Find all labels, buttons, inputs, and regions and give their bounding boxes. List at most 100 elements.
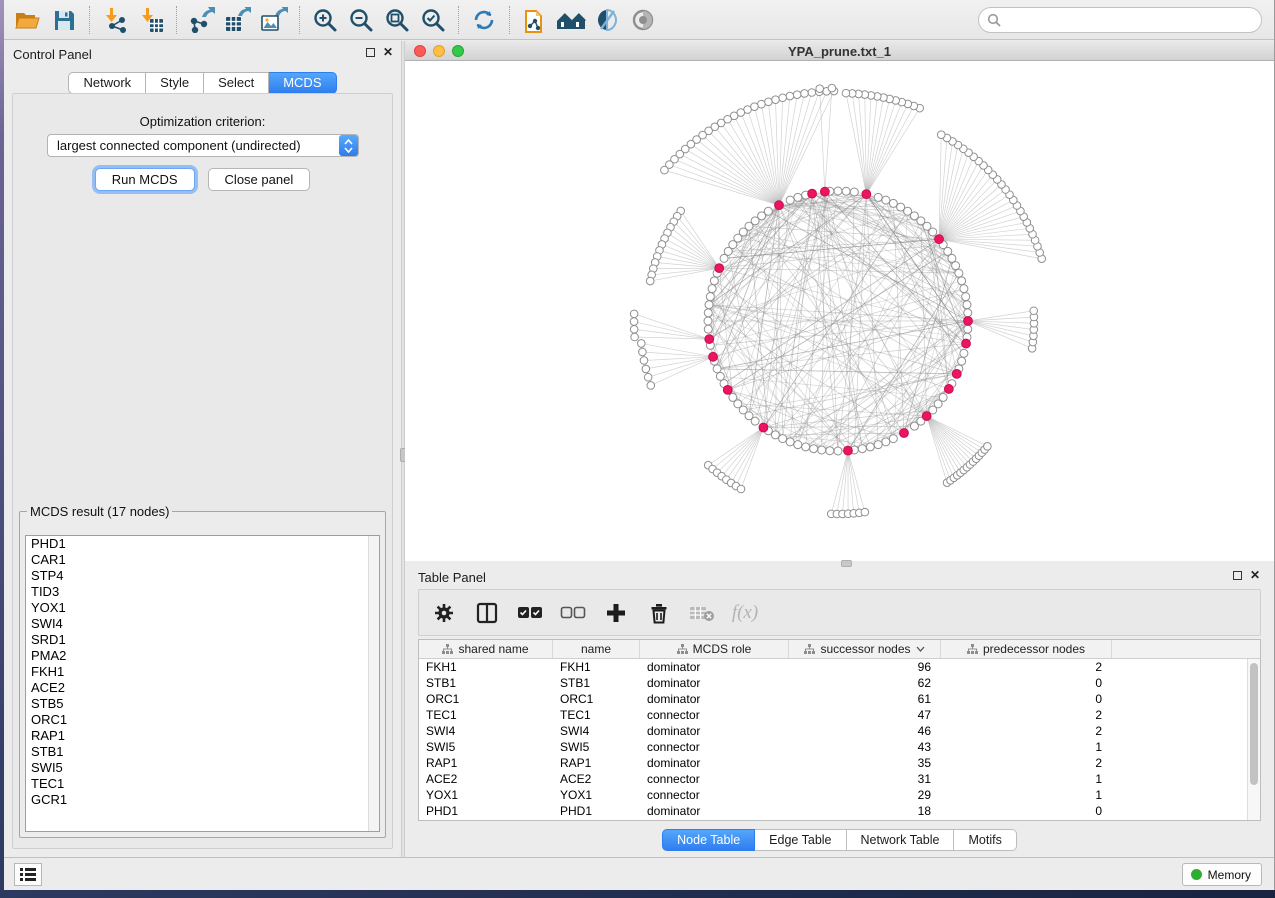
graph-edge[interactable] [939,165,983,239]
graph-node[interactable] [834,187,842,195]
graph-edge[interactable] [697,140,779,206]
table-row[interactable]: SWI4SWI4dominator462 [419,723,1247,739]
table-cell[interactable]: 61 [789,691,941,707]
table-cell[interactable]: ACE2 [419,771,553,787]
table-cell[interactable]: STB1 [419,675,553,691]
run-mcds-button[interactable]: Run MCDS [95,168,195,191]
graph-node[interactable] [874,193,882,201]
graph-leaf-node[interactable] [828,84,836,92]
graph-leaf-node[interactable] [793,91,801,99]
graph-edge[interactable] [763,426,914,427]
table-row[interactable]: TEC1TEC1connector472 [419,707,1247,723]
graph-node[interactable] [705,301,713,309]
graph-leaf-node[interactable] [637,340,645,348]
export-table-icon[interactable] [220,4,256,36]
graph-node[interactable] [704,325,712,333]
column-header-successor-nodes[interactable]: successor nodes [789,640,941,658]
table-cell[interactable]: dominator [640,675,789,691]
zoom-in-icon[interactable] [307,4,343,36]
table-cell[interactable]: FKH1 [419,659,553,675]
graph-edge[interactable] [848,451,859,513]
table-cell[interactable]: 35 [789,755,941,771]
table-cell[interactable]: TEC1 [553,707,640,723]
graph-edge[interactable] [968,321,1033,342]
table-cell[interactable]: 47 [789,707,941,723]
table-cell[interactable]: YOX1 [419,787,553,803]
table-row[interactable]: PHD1PHD1dominator180 [419,803,1247,819]
graph-node[interactable] [720,254,728,262]
graph-leaf-node[interactable] [816,85,824,93]
graph-node[interactable] [716,372,724,380]
graph-node[interactable] [960,349,968,357]
show-panels-button[interactable] [14,863,42,886]
graph-leaf-node[interactable] [640,357,648,365]
table-cell[interactable]: PHD1 [419,803,553,819]
graph-edge[interactable] [642,352,713,357]
column-header-MCDS-role[interactable]: MCDS role [640,640,789,658]
graph-dominator-node[interactable] [862,190,871,199]
table-row[interactable]: SWI5SWI5connector431 [419,739,1247,755]
graph-edge[interactable] [846,93,866,194]
mcds-result-item[interactable]: ACE2 [26,680,379,696]
table-cell[interactable]: 2 [941,755,1112,771]
graph-leaf-node[interactable] [786,92,794,100]
mcds-result-item[interactable]: STB5 [26,696,379,712]
tab-node-table[interactable]: Node Table [662,829,755,851]
graph-leaf-node[interactable] [639,348,647,356]
graph-node[interactable] [706,293,714,301]
graph-node[interactable] [834,447,842,455]
graph-leaf-node[interactable] [646,277,654,285]
graph-node[interactable] [964,309,972,317]
graph-edge[interactable] [681,211,720,268]
table-cell[interactable]: 2 [941,659,1112,675]
table-cell[interactable]: connector [640,787,789,803]
table-cell[interactable]: 0 [941,803,1112,819]
mcds-result-item[interactable]: TEC1 [26,776,379,792]
export-network-icon[interactable] [184,4,220,36]
graph-dominator-node[interactable] [944,385,953,394]
graph-node[interactable] [794,441,802,449]
add-column-icon[interactable] [603,600,629,626]
column-header-predecessor-nodes[interactable]: predecessor nodes [941,640,1112,658]
graph-edge[interactable] [779,91,827,205]
graph-node[interactable] [751,417,759,425]
graph-edge[interactable] [939,228,1030,239]
graph-edge[interactable] [820,89,825,192]
table-cell[interactable]: PHD1 [553,803,640,819]
graph-node[interactable] [939,393,947,401]
graph-edge[interactable] [677,216,719,268]
graph-edge[interactable] [837,451,848,514]
graph-node[interactable] [704,317,712,325]
tab-motifs[interactable]: Motifs [954,829,1016,851]
table-cell[interactable]: ORC1 [553,691,640,707]
search-field[interactable] [978,7,1262,33]
graph-leaf-node[interactable] [647,382,655,390]
graph-node[interactable] [964,325,972,333]
graph-node[interactable] [889,199,897,207]
deselect-all-icon[interactable] [560,600,586,626]
table-cell[interactable]: 0 [941,675,1112,691]
tab-select[interactable]: Select [204,72,269,94]
graph-node[interactable] [960,285,968,293]
graph-dominator-node[interactable] [709,352,718,361]
table-cell[interactable]: FKH1 [553,659,640,675]
graph-leaf-node[interactable] [808,89,816,97]
graph-node[interactable] [889,435,897,443]
network-window-titlebar[interactable]: YPA_prune.txt_1 [405,41,1274,61]
graph-edge[interactable] [939,179,997,239]
graph-leaf-node[interactable] [765,98,773,106]
table-cell[interactable]: connector [640,771,789,787]
table-scrollbar[interactable] [1247,659,1260,820]
graph-node[interactable] [826,447,834,455]
mcds-result-item[interactable]: FKH1 [26,664,379,680]
graph-leaf-node[interactable] [801,90,809,98]
graph-edge[interactable] [812,194,921,422]
graph-node[interactable] [810,445,818,453]
graph-edge[interactable] [939,239,1040,252]
graph-edge[interactable] [779,92,819,205]
table-cell[interactable]: STB1 [553,675,640,691]
memory-button[interactable]: Memory [1182,863,1262,886]
graph-dominator-node[interactable] [900,429,909,438]
graph-node[interactable] [850,188,858,196]
select-all-icon[interactable] [517,600,543,626]
